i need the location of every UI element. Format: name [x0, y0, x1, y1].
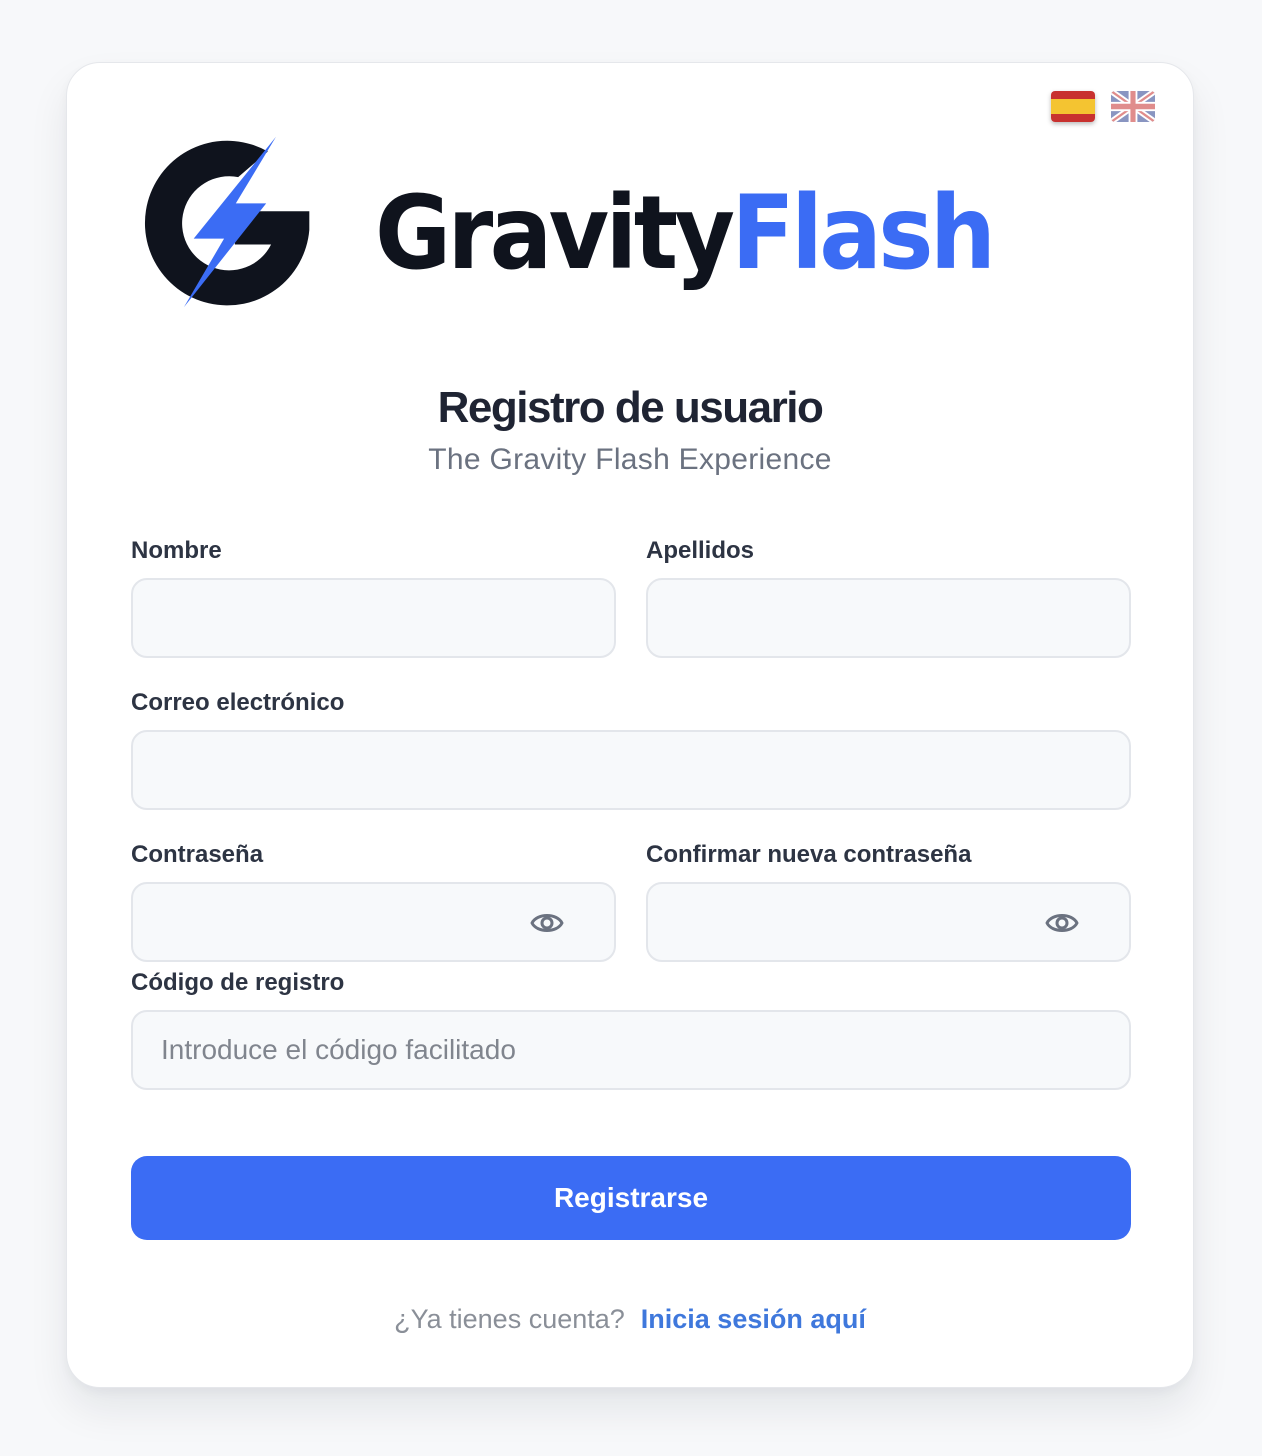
email-label: Correo electrónico	[131, 689, 345, 716]
email-field	[131, 730, 1131, 810]
first-name-label: Nombre	[131, 537, 222, 564]
language-switcher	[1051, 91, 1155, 122]
registration-code-field	[131, 1010, 1131, 1090]
register-card: GravityFlash Registro de usuario The Gra…	[66, 62, 1194, 1388]
first-name-input[interactable]	[133, 580, 614, 656]
brand-logo: GravityFlash	[129, 125, 1131, 321]
brand-name-gravity: Gravity	[375, 174, 735, 293]
confirm-password-label: Confirmar nueva contraseña	[646, 841, 972, 868]
last-name-field	[646, 578, 1131, 658]
registration-code-label: Código de registro	[131, 969, 345, 996]
uk-flag-icon[interactable]	[1111, 91, 1155, 122]
eye-icon[interactable]	[530, 908, 564, 938]
login-prompt: ¿Ya tienes cuenta? Inicia sesión aquí	[67, 1304, 1193, 1335]
page-title: Registro de usuario	[437, 383, 824, 432]
first-name-field	[131, 578, 616, 658]
brand-name-flash: Flash	[731, 174, 996, 293]
email-input[interactable]	[133, 732, 1129, 808]
last-name-input[interactable]	[648, 580, 1129, 656]
login-question: ¿Ya tienes cuenta?	[394, 1304, 625, 1334]
password-field	[131, 882, 616, 962]
registration-code-input[interactable]	[133, 1012, 1129, 1088]
login-link[interactable]: Inicia sesión aquí	[641, 1304, 866, 1334]
eye-icon[interactable]	[1045, 908, 1079, 938]
last-name-label: Apellidos	[646, 537, 755, 564]
password-label: Contraseña	[131, 841, 264, 868]
register-button[interactable]: Registrarse	[131, 1156, 1131, 1240]
page-subtitle: The Gravity Flash Experience	[428, 443, 832, 476]
gravity-flash-logo-icon	[129, 125, 325, 321]
brand-wordmark: GravityFlash	[375, 183, 996, 285]
confirm-password-field	[646, 882, 1131, 962]
spain-flag-icon[interactable]	[1051, 91, 1095, 122]
